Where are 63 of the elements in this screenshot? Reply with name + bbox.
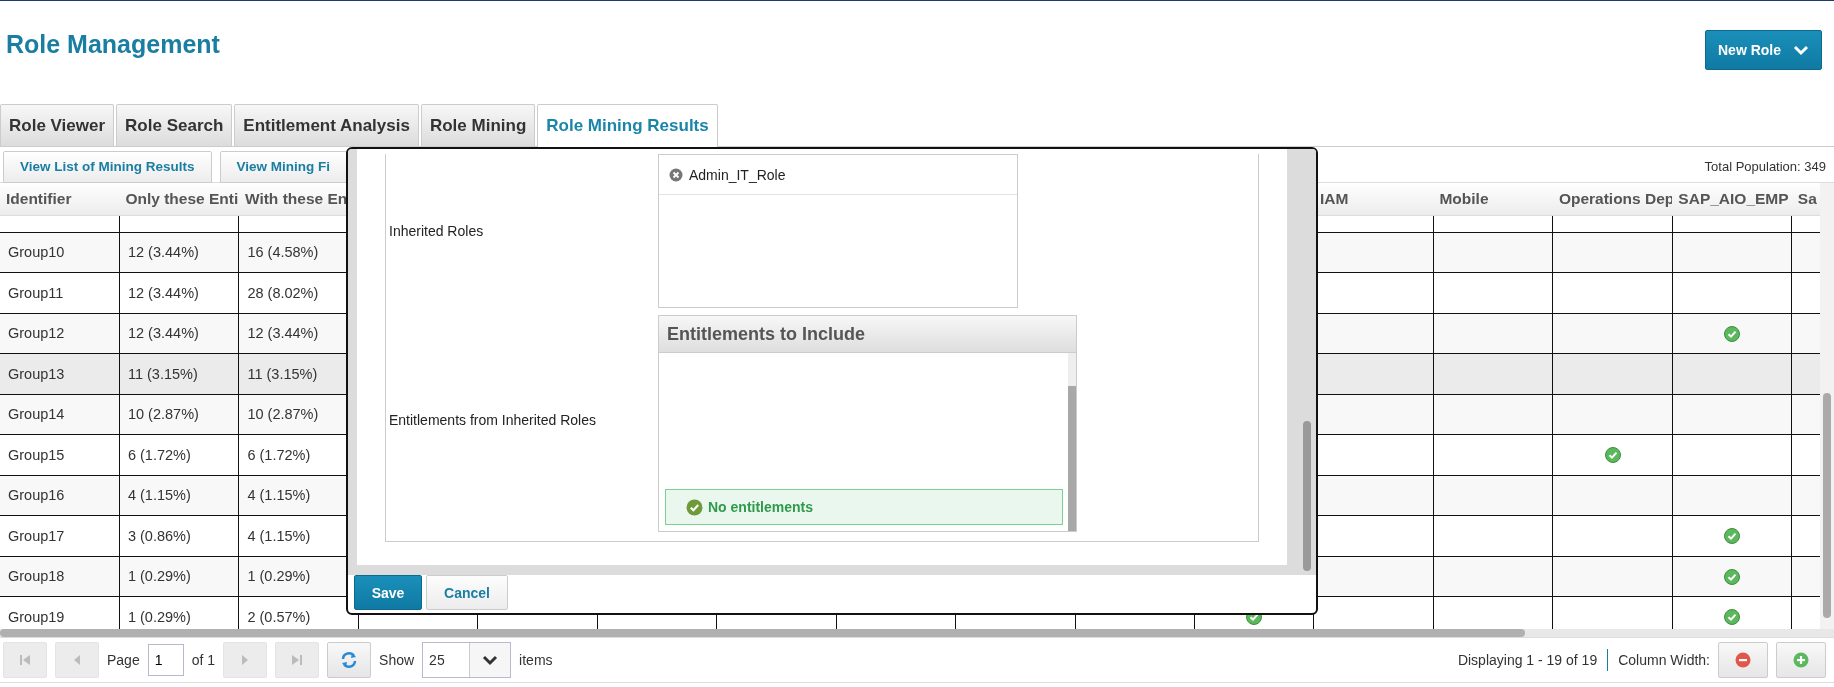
table-cell: 3 (0.86%)	[119, 515, 239, 556]
remove-icon[interactable]	[669, 167, 683, 182]
show-label: Show	[379, 652, 415, 668]
check-circle-icon	[1724, 528, 1741, 545]
check-circle-icon	[1724, 609, 1741, 626]
last-page-icon	[290, 653, 305, 667]
save-button[interactable]: Save	[354, 575, 422, 610]
table-cell: Group18	[0, 556, 120, 597]
table-cell: 12 (3.44%)	[119, 313, 239, 354]
new-role-button[interactable]: New Role	[1705, 30, 1822, 70]
minus-circle-icon	[1735, 652, 1751, 668]
table-cell: Group17	[0, 515, 120, 556]
column-width-label: Column Width:	[1618, 652, 1710, 668]
total-population: Total Population: 349	[1704, 159, 1827, 174]
table-cell: 12 (3.44%)	[119, 272, 239, 313]
tab[interactable]: Entitlement Analysis	[234, 104, 419, 146]
table-cell: 12 (3.44%)	[119, 232, 239, 273]
displaying-count: Displaying 1 - 19 of 19	[1457, 652, 1598, 668]
vertical-scrollbar[interactable]	[1820, 183, 1834, 629]
tab[interactable]: Role Search	[116, 104, 233, 146]
panel-scrollbar[interactable]	[1068, 353, 1076, 531]
role-item[interactable]: Admin_IT_Role	[659, 155, 1017, 195]
decrease-width-button[interactable]	[1718, 642, 1768, 678]
page-size-select[interactable]: 25	[422, 642, 512, 678]
table-cell: Group11	[0, 272, 120, 313]
tab[interactable]: Role Viewer	[0, 104, 115, 146]
chevron-down-icon	[1793, 44, 1809, 56]
panel-header: Entitlements to Include	[659, 316, 1076, 353]
refresh-button[interactable]	[327, 642, 372, 678]
check-circle-icon	[1724, 568, 1741, 585]
table-cell: 6 (1.72%)	[119, 434, 239, 475]
page-label: Page	[107, 652, 140, 668]
table-cell: 10 (2.87%)	[119, 394, 239, 435]
field-label: Inherited Roles	[388, 223, 485, 239]
check-circle-icon	[1724, 325, 1741, 342]
plus-circle-icon	[1793, 652, 1809, 668]
page-number-field[interactable]: 1	[147, 644, 184, 676]
role-name: Admin_IT_Role	[689, 166, 786, 183]
page-title: Role Management	[6, 30, 220, 59]
first-page-icon	[18, 653, 32, 667]
table-cell: Group14	[0, 394, 120, 435]
increase-width-button[interactable]	[1776, 642, 1826, 678]
subtab-button[interactable]: View Mining Fi	[219, 150, 348, 183]
tab[interactable]: Role Mining Results	[537, 104, 718, 147]
cancel-button[interactable]: Cancel	[426, 575, 508, 610]
subtab-button[interactable]: View List of Mining Results	[3, 150, 212, 183]
table-cell: Group16	[0, 475, 120, 516]
table-cell: 11 (3.15%)	[119, 353, 239, 394]
table-cell: Group13	[0, 353, 120, 394]
message-text: No entitlements	[708, 499, 813, 515]
tab[interactable]: Role Mining	[420, 104, 536, 146]
field-label: Entitlements from Inherited Roles	[388, 412, 597, 428]
table-cell: 1 (0.29%)	[119, 556, 239, 597]
horizontal-scrollbar[interactable]	[0, 629, 1834, 637]
items-label: items	[519, 652, 553, 668]
check-circle-icon	[1604, 447, 1621, 464]
table-cell: Group10	[0, 232, 120, 273]
table-cell: 4 (1.15%)	[119, 475, 239, 516]
table-cell: Group15	[0, 434, 120, 475]
page-count: of 1	[191, 652, 216, 668]
check-circle-icon	[686, 498, 703, 516]
chevron-down-icon	[482, 654, 499, 666]
table-cell: Group12	[0, 313, 120, 354]
